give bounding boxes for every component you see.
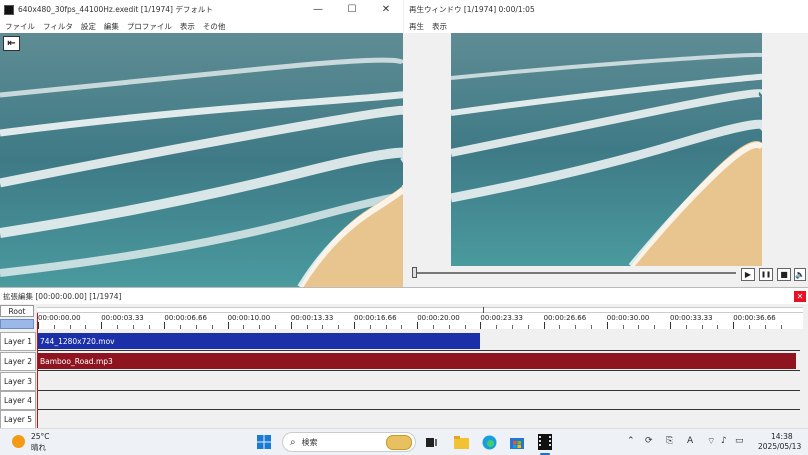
menu-profile[interactable]: プロファイル: [127, 21, 172, 32]
playhead-cursor[interactable]: [37, 313, 38, 429]
windows-taskbar: 25°C 晴れ ⌕ 検索 ⌃ ⟳ ⎘ A ⌔ ♪ ▭ 14:38 2025/05…: [0, 428, 808, 455]
play-menu-bar: 再生 表示: [404, 19, 808, 33]
clock-date[interactable]: 2025/05/13: [758, 442, 801, 451]
play-window-title: 再生ウィンドウ [1/1974] 0:00/1:05: [409, 5, 535, 14]
layer-3-header[interactable]: Layer 3: [0, 372, 36, 391]
timeline-clip[interactable]: 744_1280x720.mov: [37, 333, 480, 349]
playback-window: 再生ウィンドウ [1/1974] 0:00/1:05 再生 表示 ▶ ❚❚ ■: [404, 0, 808, 287]
menu-settings[interactable]: 設定: [81, 21, 96, 32]
back-to-start-button[interactable]: ⇤: [3, 36, 20, 51]
play-preview-canvas: [451, 33, 762, 266]
menu-file[interactable]: ファイル: [5, 21, 35, 32]
pause-button[interactable]: ❚❚: [759, 268, 773, 281]
layer-5-header[interactable]: Layer 5: [0, 410, 36, 429]
seek-bar-thumb[interactable]: [412, 267, 417, 278]
close-button[interactable]: ✕: [369, 0, 403, 19]
extended-edit-timeline: 拡張編集 [00:00:00.00] [1/1974] ✕ Root 00:00…: [0, 287, 808, 429]
clips-container: 744_1280x720.mov Bamboo_Road.mp3: [37, 288, 800, 429]
sync-icon[interactable]: ⟳: [645, 436, 653, 446]
menu-play-view[interactable]: 表示: [432, 21, 447, 32]
root-scene-tab[interactable]: Root: [0, 305, 34, 317]
maximize-button[interactable]: ☐: [335, 0, 369, 19]
audio-button[interactable]: 🔈: [794, 268, 806, 281]
menu-filter[interactable]: フィルタ: [43, 21, 73, 32]
task-view-icon[interactable]: [422, 432, 442, 452]
app-icon: [4, 4, 14, 15]
menu-other[interactable]: その他: [203, 21, 226, 32]
search-highlight-icon: [386, 435, 412, 450]
stop-button[interactable]: ■: [777, 268, 791, 281]
main-edit-window: 640x480_30fps_44100Hz.exedit [1/1974] デフ…: [0, 0, 403, 287]
main-preview-canvas: [0, 33, 403, 287]
beach-waves-image: [0, 33, 403, 287]
aviutl-app-icon[interactable]: [535, 432, 555, 452]
speaker-icon[interactable]: ♪: [721, 436, 727, 446]
scene-overview-bar[interactable]: [0, 319, 34, 329]
weather-condition[interactable]: 晴れ: [31, 442, 46, 453]
wifi-icon[interactable]: ⌔: [707, 436, 715, 447]
weather-sun-icon[interactable]: [12, 435, 25, 448]
search-icon: ⌕: [290, 436, 296, 448]
ime-indicator-icon[interactable]: A: [687, 436, 693, 446]
taskbar-search[interactable]: ⌕ 検索: [282, 432, 416, 452]
menu-play[interactable]: 再生: [409, 21, 424, 32]
seek-bar-track[interactable]: [414, 272, 736, 274]
main-menu-bar: ファイル フィルタ 設定 編集 プロファイル 表示 その他: [0, 19, 403, 33]
battery-icon[interactable]: ▭: [735, 436, 744, 446]
main-window-title: 640x480_30fps_44100Hz.exedit [1/1974] デフ…: [18, 5, 213, 14]
clock-time[interactable]: 14:38: [771, 432, 793, 441]
main-title-bar: 640x480_30fps_44100Hz.exedit [1/1974] デフ…: [0, 0, 403, 19]
timeline-clip[interactable]: Bamboo_Road.mp3: [37, 353, 797, 369]
minimize-button[interactable]: —: [301, 0, 335, 19]
store-icon[interactable]: [507, 432, 527, 452]
layer-1-header[interactable]: Layer 1: [0, 332, 36, 351]
search-label: 検索: [301, 437, 318, 447]
network-icon[interactable]: ⎘: [666, 436, 673, 446]
play-button[interactable]: ▶: [741, 268, 755, 281]
layer-2-header[interactable]: Layer 2: [0, 352, 36, 371]
chevron-up-icon[interactable]: ⌃: [627, 436, 635, 446]
weather-temp[interactable]: 25°C: [31, 432, 50, 441]
beach-waves-preview: [451, 33, 762, 266]
menu-view[interactable]: 表示: [180, 21, 195, 32]
play-title-bar: 再生ウィンドウ [1/1974] 0:00/1:05: [404, 0, 808, 19]
layer-4-header[interactable]: Layer 4: [0, 391, 36, 410]
file-explorer-icon[interactable]: [451, 432, 471, 452]
edge-browser-icon[interactable]: [479, 432, 499, 452]
start-windows-icon[interactable]: [254, 432, 274, 452]
menu-edit[interactable]: 編集: [104, 21, 119, 32]
